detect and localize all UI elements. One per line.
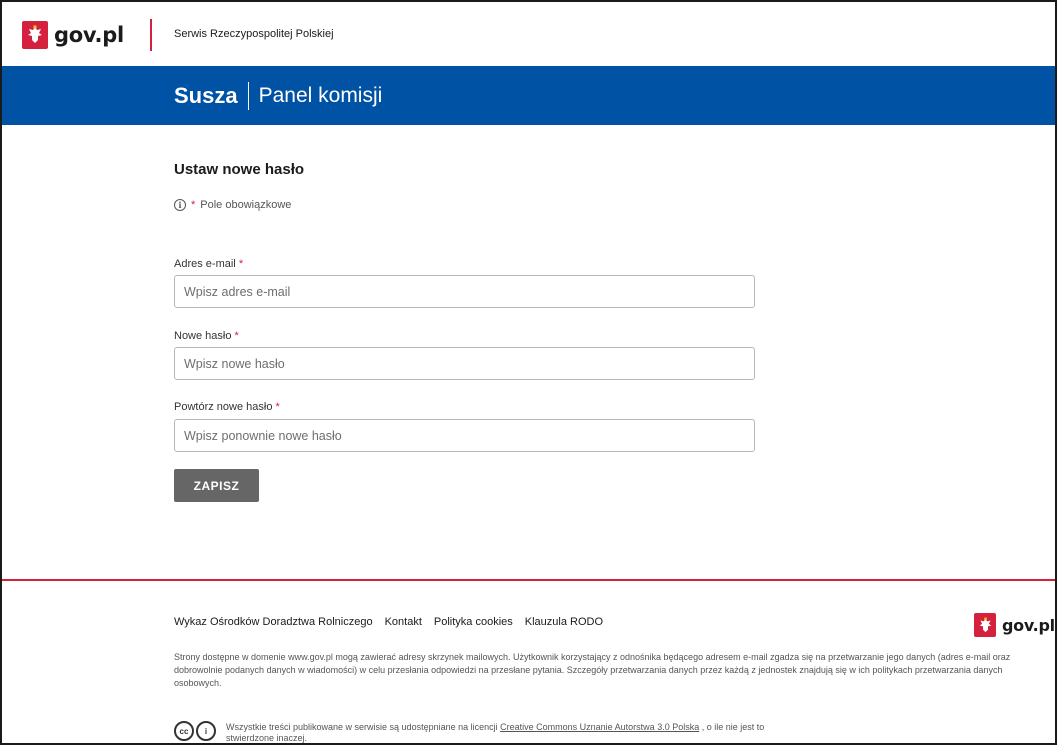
license-prefix: Wszystkie treści publikowane w serwisie … (226, 722, 501, 732)
app-title: Susza (174, 83, 238, 108)
new-password-input[interactable] (174, 347, 755, 380)
eagle-emblem-icon (22, 21, 48, 49)
footer-link-contact[interactable]: Kontakt (385, 616, 422, 628)
footer-link-cookies[interactable]: Polityka cookies (434, 616, 513, 628)
footer-divider (2, 579, 1055, 581)
app-brand[interactable]: Susza Panel komisji (174, 82, 382, 110)
new-password-required-star: * (234, 330, 239, 342)
top-bar: gov.pl Serwis Rzeczypospolitej Polskiej (2, 2, 1055, 66)
repeat-password-required-star: * (275, 401, 280, 413)
info-icon: i (174, 199, 186, 211)
repeat-password-label: Powtórz nowe hasło * (174, 401, 280, 413)
gov-logo-text: gov.pl (54, 23, 124, 47)
gov-logo-link[interactable]: gov.pl (22, 20, 124, 50)
repeat-password-input[interactable] (174, 419, 755, 452)
save-button[interactable]: ZAPISZ (174, 469, 259, 502)
app-band: Susza Panel komisji (2, 66, 1055, 125)
brand-separator (247, 82, 249, 110)
new-password-label-text: Nowe hasło (174, 330, 232, 342)
header-divider (150, 19, 152, 51)
email-required-star: * (238, 258, 244, 270)
form-title: Ustaw nowe hasło (174, 161, 305, 178)
footer-gov-logo-text: gov.pl (1002, 615, 1055, 635)
footer-link-odr[interactable]: Wykaz Ośrodków Doradztwa Rolniczego (174, 616, 373, 628)
email-label-text: Adres e-mail (174, 258, 236, 270)
new-password-label: Nowe hasło * (174, 330, 239, 342)
email-input[interactable] (174, 275, 755, 308)
page-frame: gov.pl Serwis Rzeczypospolitej Polskiej … (0, 0, 1057, 745)
attribution-person-icon: i (196, 721, 216, 741)
privacy-notice: Strony dostępne w domenie www.gov.pl mog… (174, 652, 1011, 688)
license-link[interactable]: Creative Commons Uznanie Autorstwa 3.0 P… (500, 722, 699, 732)
email-label: Adres e-mail * (174, 258, 243, 270)
cc-icons: cc i (174, 721, 216, 741)
service-name: Serwis Rzeczypospolitej Polskiej (174, 28, 334, 40)
required-note: i * Pole obowiązkowe (174, 199, 291, 211)
footer-link-rodo[interactable]: Klauzula RODO (525, 616, 603, 628)
license-text: Wszystkie treści publikowane w serwisie … (226, 721, 786, 743)
required-star: * (191, 199, 196, 211)
creative-commons-icon: cc (174, 721, 194, 741)
required-note-text: Pole obowiązkowe (200, 199, 292, 211)
repeat-password-label-text: Powtórz nowe hasło (174, 401, 273, 413)
license-section: cc i Wszystkie treści publikowane w serw… (174, 721, 786, 743)
footer-links: Wykaz Ośrodków Doradztwa Rolniczego Kont… (174, 616, 603, 628)
footer-eagle-emblem-icon (974, 613, 996, 637)
footer-gov-logo[interactable]: gov.pl (974, 613, 1055, 637)
app-subtitle: Panel komisji (258, 84, 383, 107)
